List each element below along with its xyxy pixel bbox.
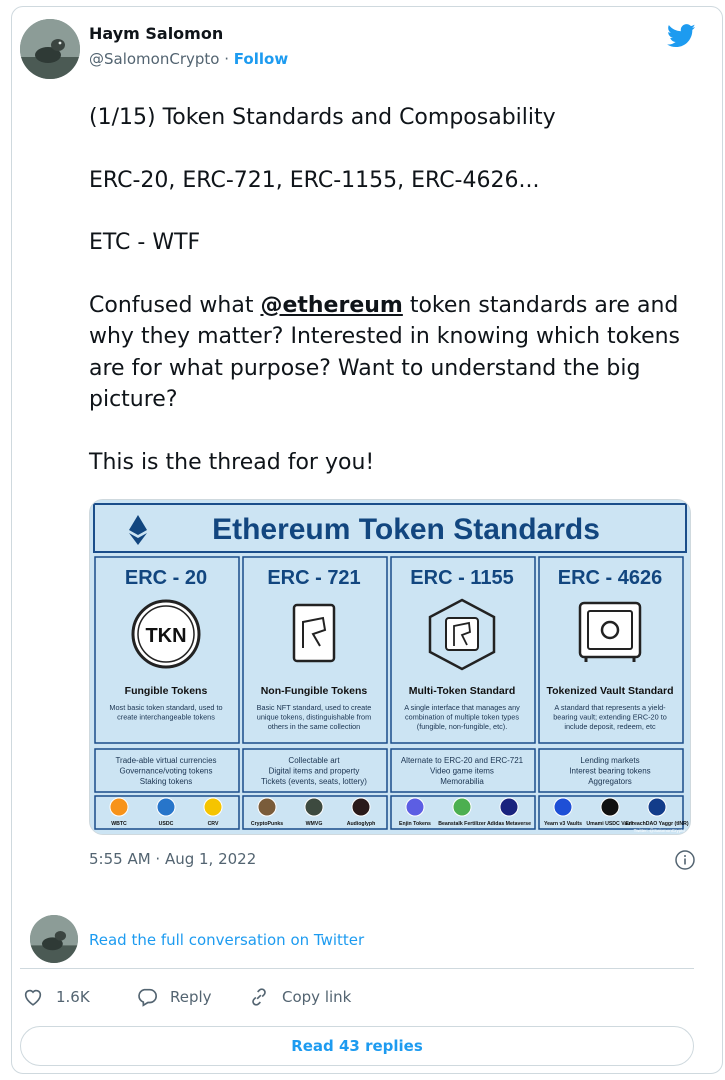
example-logo-icon: [452, 797, 472, 817]
link-icon: [252, 988, 266, 1006]
author-handle-row: @SalomonCrypto · Follow: [89, 50, 288, 68]
column-desc-line: include deposit, redeem, etc: [564, 722, 656, 731]
tweet-line-1: (1/15) Token Standards and Composability: [89, 105, 556, 130]
example-label: Audioglyph: [347, 821, 376, 827]
column-desc-line: A standard that represents a yield-: [554, 703, 666, 712]
column-name: Non-Fungible Tokens: [261, 685, 368, 697]
tweet-timestamp[interactable]: 5:55 AM · Aug 1, 2022: [89, 850, 256, 868]
column-desc-line: create interchangeable tokens: [117, 713, 215, 722]
use-case-line: Staking tokens: [140, 777, 192, 786]
tweet-line-5: This is the thread for you!: [89, 449, 375, 475]
use-case-line: Collectable art: [288, 756, 340, 765]
example-logo-icon: [109, 797, 129, 817]
copy-link-label: Copy link: [282, 988, 352, 1006]
info-icon[interactable]: [674, 849, 696, 871]
use-case-line: Lending markets: [580, 756, 639, 765]
example-logo-icon: [351, 797, 371, 817]
infographic: Ethereum Token StandardsERC - 20 TKN Fungi…: [90, 500, 690, 834]
column-desc-line: unique tokens, distinguishable from: [257, 713, 371, 722]
use-case-line: Tickets (events, seats, lottery): [261, 777, 367, 786]
like-count: 1.6K: [56, 988, 90, 1006]
infographic-credit: Twitter: @SalomonCrypto: [634, 828, 686, 833]
example-logo-icon: [257, 797, 277, 817]
example-label: CryptoPunks: [251, 821, 283, 827]
read-full-conversation-link[interactable]: Read the full conversation on Twitter: [89, 931, 364, 949]
tweet-text: (1/15) Token Standards and Composability…: [89, 102, 689, 509]
column-header: ERC - 1155: [410, 567, 513, 589]
reply-button[interactable]: Reply: [136, 986, 212, 1008]
use-case-line: Aggregators: [588, 777, 632, 786]
ethereum-mention-link[interactable]: @ethereum: [260, 293, 402, 318]
column-name: Tokenized Vault Standard: [547, 685, 674, 697]
column-header: ERC - 20: [125, 567, 207, 589]
column-desc-line: A single interface that manages any: [404, 703, 520, 712]
example-logo-icon: [553, 797, 573, 817]
tweet-line-4-before: Confused what: [89, 292, 261, 318]
example-label: EnreachDAO Yaggr (tINR): [625, 821, 689, 827]
tweet-line-2: ERC-20, ERC-721, ERC-1155, ERC-4626...: [89, 167, 540, 193]
conversation-avatar[interactable]: [30, 915, 78, 963]
author-name[interactable]: Haym Salomon: [89, 24, 223, 43]
example-logo-icon: [304, 797, 324, 817]
token-coin-label: TKN: [145, 625, 186, 647]
use-case-line: Memorabilia: [440, 777, 484, 786]
multi-token-card-icon: [445, 617, 479, 651]
use-case-line: Interest bearing tokens: [569, 767, 650, 776]
handle-separator: ·: [224, 50, 230, 68]
column-header: ERC - 4626: [558, 567, 663, 589]
author-handle[interactable]: @SalomonCrypto: [89, 50, 219, 68]
follow-button[interactable]: Follow: [234, 50, 288, 68]
infographic-title: Ethereum Token Standards: [212, 513, 600, 546]
example-logo-icon: [156, 797, 176, 817]
example-logo-icon: [499, 797, 519, 817]
divider: [20, 968, 694, 969]
copy-link-button[interactable]: Copy link: [248, 986, 351, 1008]
reply-icon: [138, 988, 157, 1007]
column-desc-line: others in the same collection: [268, 722, 360, 731]
column-name: Fungible Tokens: [125, 685, 208, 697]
read-replies-button[interactable]: Read 43 replies: [20, 1026, 694, 1066]
example-logo-icon: [203, 797, 223, 817]
tweet-image[interactable]: Ethereum Token Standards ERC - 20 TKN Fungi…: [89, 499, 691, 835]
column-desc-line: Basic NFT standard, used to create: [257, 703, 372, 712]
example-label: CRV: [208, 821, 219, 827]
use-case-line: Trade-able virtual currencies: [115, 756, 216, 765]
tweet-line-3: ETC - WTF: [89, 230, 201, 255]
tweet-line-4: Confused what @ethereum token standards …: [89, 290, 689, 416]
column-desc-line: combination of multiple token types: [405, 713, 519, 722]
example-logo-icon: [600, 797, 620, 817]
example-label: Beanstalk Fertilizer: [438, 821, 486, 827]
author-avatar[interactable]: [20, 19, 80, 79]
example-logo-icon: [405, 797, 425, 817]
twitter-bird-icon[interactable]: [667, 24, 696, 48]
heart-icon: [24, 989, 42, 1006]
use-case-line: Digital items and property: [269, 767, 360, 776]
use-case-line: Video game items: [430, 767, 494, 776]
reply-label: Reply: [170, 988, 212, 1006]
column-header: ERC - 721: [267, 567, 360, 589]
column-name: Multi-Token Standard: [409, 685, 516, 697]
column-desc-line: bearing vault; extending ERC-20 to: [553, 713, 667, 722]
example-label: Adidas Metaverse: [487, 821, 531, 827]
column-desc-line: (fungible, non-fungible, etc).: [417, 722, 507, 731]
example-label: Enjin Tokens: [399, 821, 431, 827]
column-desc-line: Most basic token standard, used to: [109, 703, 222, 712]
like-button[interactable]: 1.6K: [22, 986, 90, 1008]
example-label: WBTC: [111, 821, 127, 827]
example-label: Yearn v3 Vaults: [544, 821, 582, 827]
example-label: WMVG: [306, 821, 323, 827]
example-logo-icon: [647, 797, 667, 817]
use-case-line: Governance/voting tokens: [120, 767, 213, 776]
example-label: USDC: [159, 821, 174, 827]
use-case-line: Alternate to ERC-20 and ERC-721: [401, 756, 524, 765]
